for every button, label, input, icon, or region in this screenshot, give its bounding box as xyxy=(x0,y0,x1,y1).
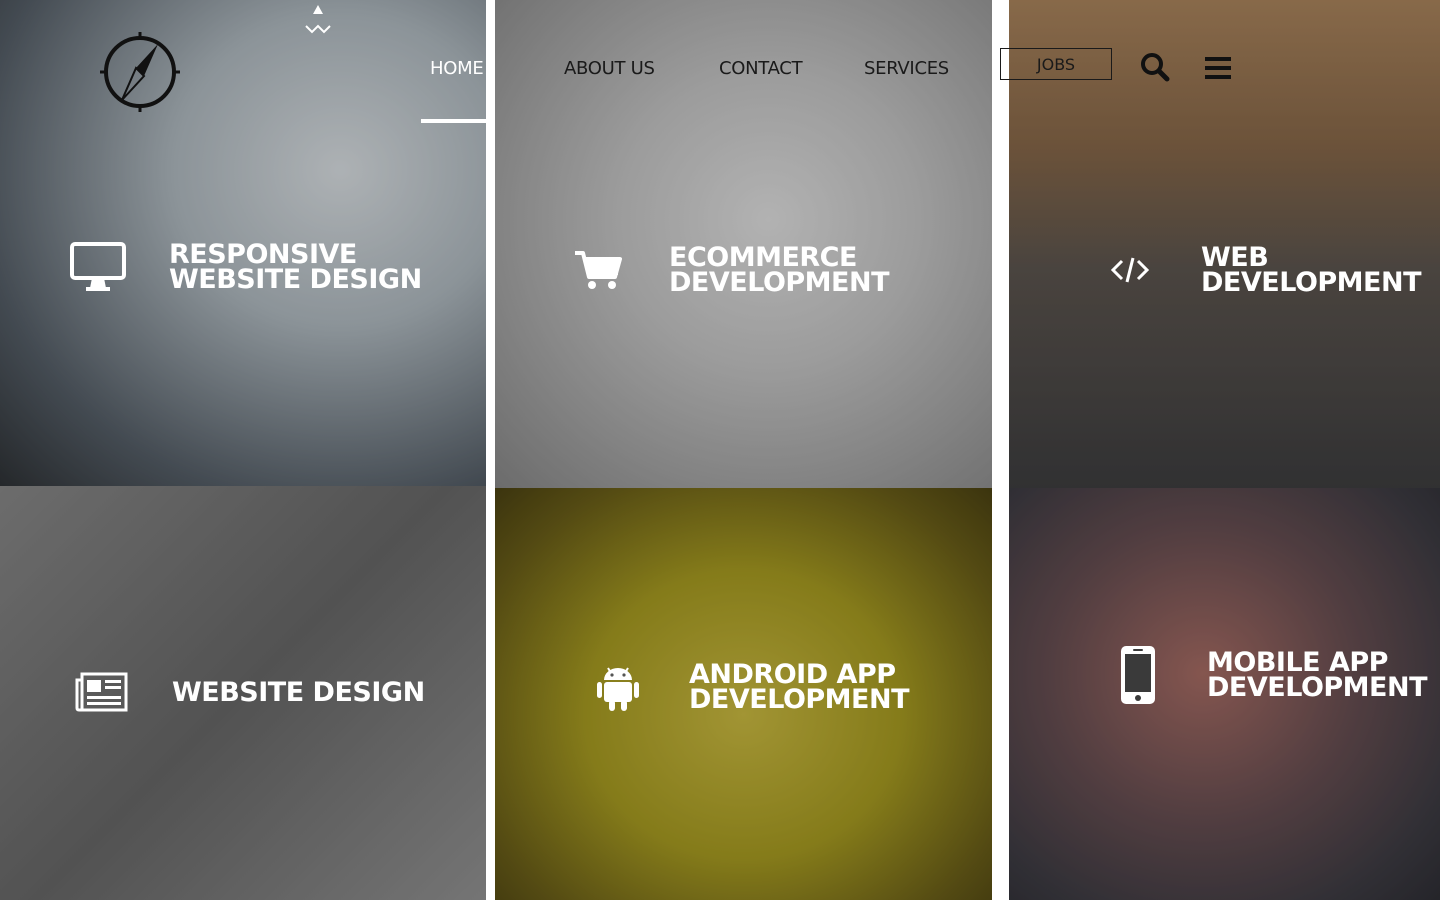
nav-contact[interactable]: CONTACT xyxy=(719,58,803,79)
service-title-line2: WEBSITE DESIGN xyxy=(169,264,422,295)
newspaper-icon xyxy=(66,672,136,712)
search-icon[interactable] xyxy=(1140,52,1170,87)
code-brackets-icon xyxy=(1095,255,1165,285)
android-icon xyxy=(583,662,653,712)
nav-home[interactable]: HOME xyxy=(430,58,484,79)
jobs-label: JOBS xyxy=(1036,54,1076,74)
service-title-line2: DEVELOPMENT xyxy=(1201,267,1422,298)
service-tile-responsive-website-design[interactable]: RESPONSIVE WEBSITE DESIGN xyxy=(0,0,486,486)
service-tile-website-design[interactable]: WEBSITE DESIGN xyxy=(0,486,486,900)
service-title-line2: DEVELOPMENT xyxy=(689,684,910,715)
nav-about-us[interactable]: ABOUT US xyxy=(564,58,655,79)
chevron-arrow-icon xyxy=(302,2,334,38)
jobs-button[interactable]: JOBS xyxy=(1000,48,1112,80)
service-tile-mobile-app-development[interactable]: MOBILE APP DEVELOPMENT xyxy=(1009,488,1440,900)
compass-logo-icon[interactable] xyxy=(100,32,180,112)
service-title-line2: DEVELOPMENT xyxy=(1207,672,1428,703)
service-title-line2: DEVELOPMENT xyxy=(669,267,890,298)
service-tile-android-app-development[interactable]: ANDROID APP DEVELOPMENT xyxy=(495,488,992,900)
desktop-monitor-icon xyxy=(63,242,133,292)
nav-services[interactable]: SERVICES xyxy=(864,58,949,79)
active-nav-underline xyxy=(421,119,495,123)
mobile-phone-icon xyxy=(1103,644,1173,706)
shopping-cart-icon xyxy=(563,249,633,291)
service-title-line1: WEBSITE DESIGN xyxy=(172,676,425,708)
hamburger-menu-icon[interactable] xyxy=(1205,57,1231,84)
